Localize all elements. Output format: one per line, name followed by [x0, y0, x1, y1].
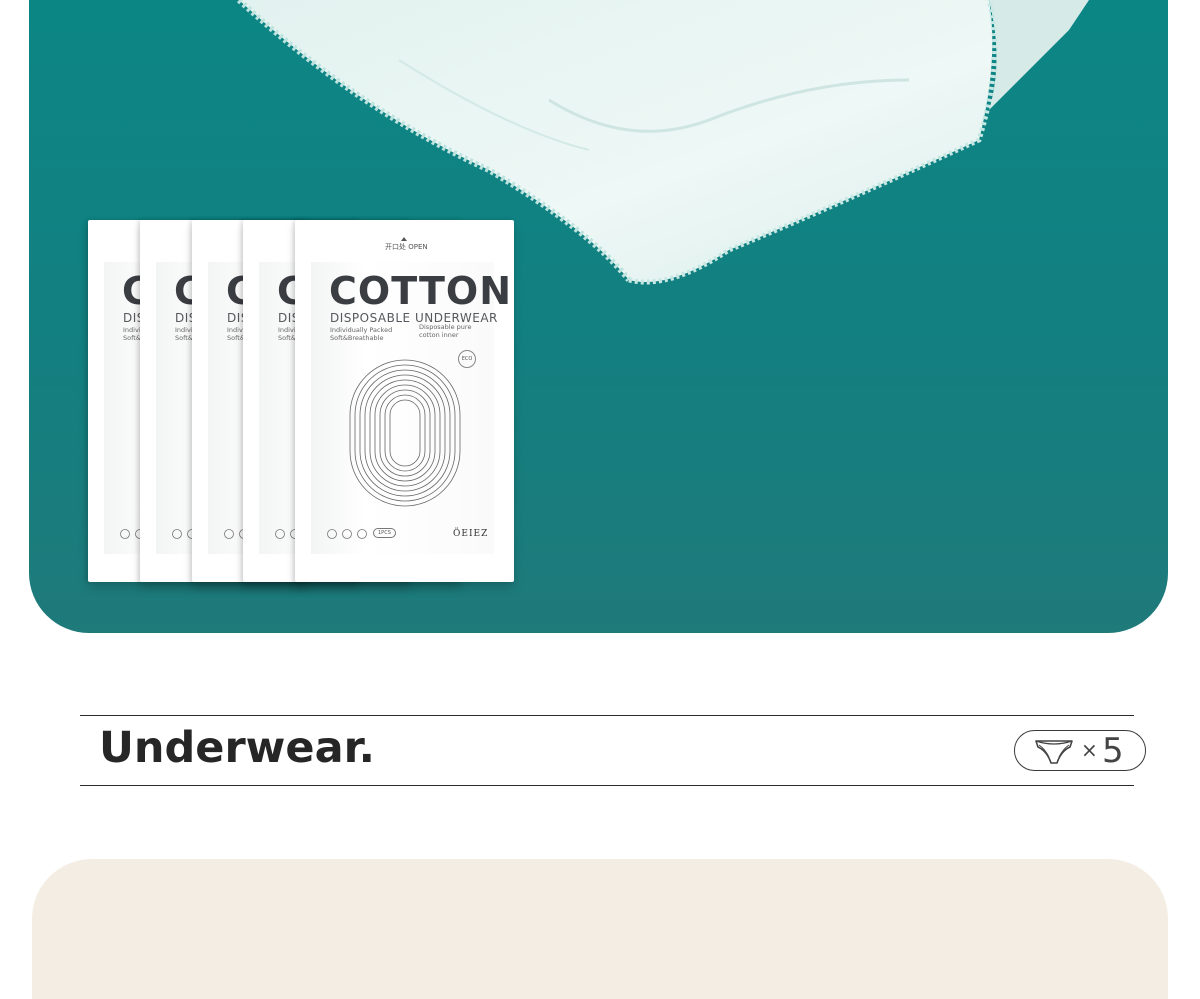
quantity-badge: × 5	[1014, 730, 1146, 771]
loop-ring	[364, 374, 446, 492]
hero-image-panel: 开口处 OPEN COTTON DISPOSABLE UNDERWEAR Ind…	[29, 0, 1168, 633]
quantity-value: 5	[1102, 731, 1124, 771]
brand-logo: ÖEIEZ	[453, 529, 489, 539]
concentric-loop-graphic	[349, 359, 461, 507]
loop-ring	[389, 399, 421, 467]
times-sign: ×	[1081, 738, 1098, 762]
care-icons	[327, 529, 367, 539]
next-section-panel	[32, 859, 1168, 999]
loop-ring	[359, 369, 451, 497]
top-divider	[80, 715, 1134, 716]
pack-note: Disposable pure cotton inner	[419, 323, 472, 339]
pack-headline: COTTON	[329, 269, 513, 313]
briefs-icon	[1035, 740, 1073, 764]
loop-ring	[379, 389, 431, 477]
open-arrow-icon	[401, 237, 407, 241]
loop-ring	[374, 384, 436, 482]
loop-ring	[384, 394, 426, 472]
pack-line-1: Individually Packed	[330, 326, 393, 334]
pack-open-label: 开口处 OPEN	[385, 243, 428, 251]
loop-ring	[369, 379, 441, 487]
bottom-divider	[80, 785, 1134, 786]
loop-ring	[349, 359, 461, 507]
pack-count-badge: 1PCS	[373, 528, 396, 538]
section-title: Underwear.	[99, 723, 375, 773]
pack-line-2: Soft&Breathable	[330, 334, 384, 342]
product-pack: 开口处 OPEN COTTON DISPOSABLE UNDERWEAR Ind…	[295, 220, 514, 582]
